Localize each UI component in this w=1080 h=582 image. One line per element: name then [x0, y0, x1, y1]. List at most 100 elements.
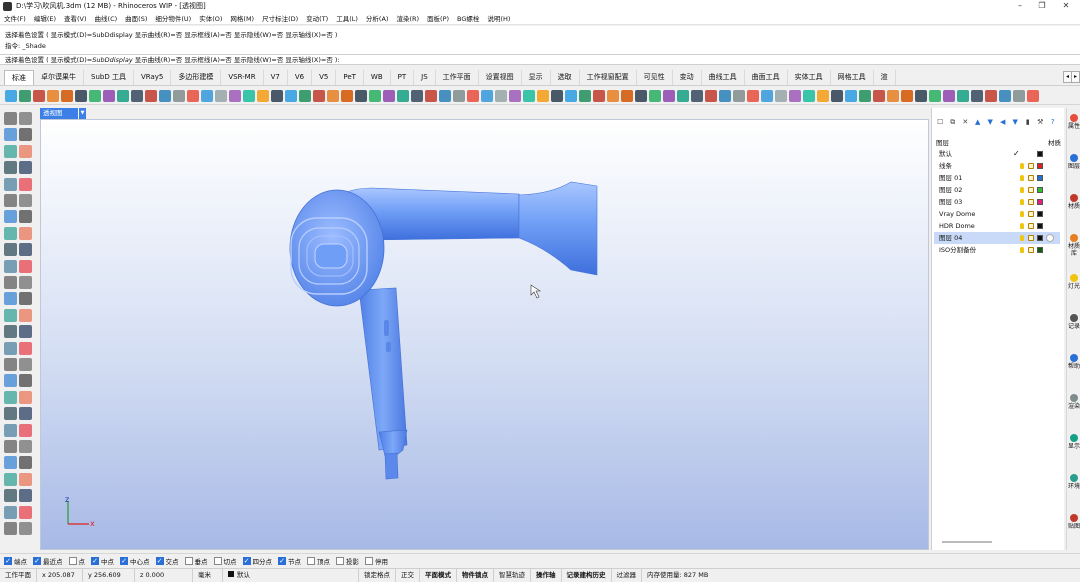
- layer-row[interactable]: ISO分割备份: [934, 244, 1060, 256]
- tool-icon[interactable]: [369, 89, 381, 102]
- tool-icon[interactable]: [1013, 89, 1025, 102]
- tool-icon[interactable]: [467, 89, 479, 102]
- osnap-item[interactable]: 停用: [365, 556, 388, 566]
- tool-icon[interactable]: [971, 89, 983, 102]
- osnap-item[interactable]: 投影: [336, 556, 359, 566]
- menu-item[interactable]: 曲面(S): [125, 13, 147, 23]
- menu-item[interactable]: 查看(V): [64, 13, 87, 23]
- left-tool-icon[interactable]: [19, 358, 32, 371]
- tool-icon[interactable]: [47, 89, 59, 102]
- osnap-checkbox[interactable]: ✓: [278, 556, 286, 565]
- tool-icon[interactable]: [943, 89, 955, 102]
- toolbar-tab[interactable]: V6: [288, 70, 313, 85]
- tool-icon[interactable]: [439, 89, 451, 102]
- viewport-canvas[interactable]: z x: [41, 120, 929, 550]
- delete-layer-icon[interactable]: ✕: [961, 118, 970, 127]
- right-panel-tab[interactable]: 渲染: [1068, 394, 1080, 410]
- lock-icon[interactable]: [1028, 187, 1034, 193]
- command-prompt-options[interactable]: 显示曲线(R)=否 显示框线(A)=否 显示隐线(W)=否 显示轴线(X)=否 …: [133, 56, 340, 64]
- right-panel-tab[interactable]: 显示: [1068, 434, 1080, 450]
- tool-icon[interactable]: [453, 89, 465, 102]
- right-panel-tab[interactable]: 材质: [1068, 194, 1080, 210]
- layers-scrollbar[interactable]: [942, 541, 992, 543]
- tool-icon[interactable]: [117, 89, 129, 102]
- menu-item[interactable]: 工具(L): [336, 13, 358, 23]
- tool-icon[interactable]: [775, 89, 787, 102]
- toolbar-tab[interactable]: 工作平面: [436, 70, 479, 85]
- left-tool-icon[interactable]: [4, 341, 17, 355]
- tool-icon[interactable]: [201, 89, 213, 102]
- lock-icon[interactable]: [1028, 163, 1034, 169]
- menu-item[interactable]: 编辑(E): [34, 13, 56, 23]
- new-sublayer-icon[interactable]: ⧉: [949, 118, 958, 127]
- tool-icon[interactable]: [271, 89, 283, 102]
- left-tool-icon[interactable]: [19, 210, 32, 224]
- filter-icon[interactable]: ▼: [1011, 118, 1020, 127]
- tool-icon[interactable]: [313, 89, 325, 102]
- left-tool-icon[interactable]: [4, 161, 17, 175]
- left-tool-icon[interactable]: [19, 177, 32, 191]
- osnap-checkbox[interactable]: ✓: [33, 556, 41, 565]
- left-tool-icon[interactable]: [4, 456, 17, 470]
- tool-icon[interactable]: [355, 89, 367, 102]
- toolbar-tab[interactable]: 曲面工具: [745, 70, 788, 85]
- toolbar-tab[interactable]: 选取: [551, 70, 580, 85]
- tool-icon[interactable]: [173, 89, 185, 102]
- menu-item[interactable]: 面板(P): [427, 13, 449, 23]
- tool-icon[interactable]: [285, 89, 297, 102]
- osnap-checkbox[interactable]: ✓: [4, 556, 12, 565]
- osnap-item[interactable]: 垂点: [184, 556, 208, 566]
- lock-icon[interactable]: [1028, 211, 1034, 217]
- toolbar-tab[interactable]: V5: [312, 70, 337, 85]
- tool-icon[interactable]: [999, 89, 1011, 102]
- tool-icon[interactable]: [803, 89, 815, 102]
- visibility-bulb-icon[interactable]: [1020, 199, 1024, 205]
- lock-icon[interactable]: [1028, 223, 1034, 229]
- left-tool-icon[interactable]: [19, 128, 32, 142]
- osnap-checkbox[interactable]: [307, 556, 315, 565]
- toolbar-tab[interactable]: 可见性: [637, 70, 673, 85]
- menu-item[interactable]: 分析(A): [366, 13, 389, 23]
- status-osnap[interactable]: 物件锁点: [457, 568, 494, 582]
- tool-icon[interactable]: [397, 89, 409, 102]
- tool-icon[interactable]: [341, 89, 353, 102]
- visibility-bulb-icon[interactable]: [1020, 235, 1024, 241]
- toolbar-tab[interactable]: PT: [391, 70, 415, 85]
- left-tool-icon[interactable]: [4, 522, 17, 535]
- left-tool-icon[interactable]: [4, 440, 17, 453]
- tool-icon[interactable]: [761, 89, 773, 102]
- tool-icon[interactable]: [411, 89, 423, 102]
- left-tool-icon[interactable]: [4, 226, 17, 240]
- toolbar-tab[interactable]: VRay5: [134, 70, 172, 85]
- visibility-bulb-icon[interactable]: [1020, 175, 1024, 181]
- tool-icon[interactable]: [215, 89, 227, 102]
- lock-icon[interactable]: [1028, 247, 1034, 253]
- left-tool-icon[interactable]: [4, 128, 17, 142]
- status-current-layer[interactable]: 默认: [223, 568, 359, 582]
- tool-icon[interactable]: [593, 89, 605, 102]
- osnap-checkbox[interactable]: [213, 556, 222, 565]
- toolbar-tab[interactable]: 工作视窗配置: [580, 70, 637, 85]
- tool-icon[interactable]: [565, 89, 577, 102]
- left-tool-icon[interactable]: [19, 259, 32, 273]
- toolbar-tab[interactable]: JS: [414, 70, 436, 85]
- left-tool-icon[interactable]: [4, 210, 17, 224]
- menu-item[interactable]: 网格(M): [230, 13, 254, 23]
- tool-icon[interactable]: [481, 89, 493, 102]
- tool-icon[interactable]: [5, 89, 17, 102]
- menu-item[interactable]: 渲染(R): [396, 13, 419, 23]
- tool-icon[interactable]: [887, 89, 899, 102]
- layer-row[interactable]: 图层 02: [934, 184, 1060, 196]
- status-smarttrack[interactable]: 智慧轨迹: [494, 568, 531, 582]
- tool-icon[interactable]: [257, 89, 269, 102]
- tool-icon[interactable]: [243, 89, 255, 102]
- osnap-checkbox[interactable]: ✓: [120, 556, 128, 565]
- osnap-item[interactable]: ✓ 交点: [155, 556, 179, 566]
- left-tool-icon[interactable]: [4, 308, 17, 322]
- status-planar[interactable]: 平面模式: [420, 568, 457, 582]
- left-tool-icon[interactable]: [19, 194, 32, 207]
- toolbar-tab[interactable]: 设置视图: [479, 70, 522, 85]
- menu-item[interactable]: 尺寸标注(D): [262, 13, 298, 23]
- visibility-bulb-icon[interactable]: [1020, 211, 1024, 217]
- tool-icon[interactable]: [537, 89, 549, 102]
